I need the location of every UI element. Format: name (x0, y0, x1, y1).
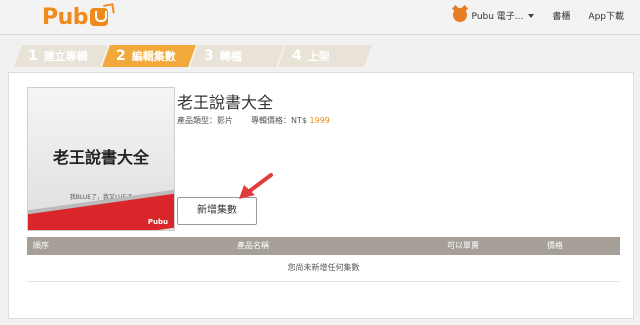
step-number: 1 (28, 48, 38, 64)
empty-table-message: 您尚未新增任何集數 (27, 255, 620, 282)
step-label: 轉檔 (219, 50, 242, 63)
user-avatar-icon[interactable] (452, 8, 467, 22)
episode-table-header: 順序 產品名稱 可以單賣 價格 (27, 237, 620, 255)
price-value: 1999 (309, 116, 330, 125)
step-label: 上架 (307, 50, 330, 63)
column-header-order: 順序 (33, 241, 49, 250)
step-label: 編輯集數 (131, 50, 176, 63)
add-episode-button[interactable]: 新增集數 (177, 197, 257, 225)
album-cover-image: 老王說書大全 我BLUE了，我又LUE了 Pubu (27, 87, 175, 231)
price-currency: NT$ (291, 116, 307, 125)
step-number: 3 (204, 48, 214, 64)
pubu-logo[interactable]: Pub (42, 4, 109, 30)
type-value: 影片 (217, 116, 233, 125)
step-number: 2 (116, 48, 126, 64)
cover-logo: Pubu (147, 218, 168, 226)
step-4[interactable]: 4 上架 (278, 45, 372, 67)
step-2[interactable]: 2 編輯集數 (102, 45, 196, 67)
logo-text: Pub (42, 4, 89, 30)
column-header-price: 價格 (547, 241, 563, 250)
user-menu-label: Pubu 電子... (471, 11, 524, 22)
step-3[interactable]: 3 轉檔 (190, 45, 284, 67)
album-meta: 產品類型：影片 專輯價格：NT$ 1999 (177, 115, 330, 126)
price-label: 專輯價格： (251, 116, 291, 125)
chevron-down-icon (528, 14, 535, 18)
step-label: 建立專輯 (43, 50, 88, 63)
logo-rays-icon (103, 3, 115, 15)
bookshelf-link[interactable]: 書櫃 (552, 9, 570, 22)
album-card: 老王說書大全 我BLUE了，我又LUE了 Pubu 老王說書大全 產品類型：影片… (8, 72, 634, 319)
top-nav: Pubu 電子... 書櫃 App下載 (452, 8, 624, 22)
step-number: 4 (292, 48, 302, 64)
top-bar: Pub Pubu 電子... 書櫃 App下載 (0, 0, 640, 35)
cover-title: 老王說書大全 (52, 148, 149, 167)
album-title: 老王說書大全 (177, 93, 274, 112)
step-1[interactable]: 1 建立專輯 (14, 45, 108, 67)
app-download-link[interactable]: App下載 (588, 9, 624, 22)
red-arrow-annotation-icon (239, 173, 273, 199)
column-header-sellable-alone: 可以單賣 (447, 241, 479, 250)
type-label: 產品類型： (177, 116, 217, 125)
column-header-product-name: 產品名稱 (237, 241, 269, 250)
user-menu[interactable]: Pubu 電子... (472, 9, 535, 22)
